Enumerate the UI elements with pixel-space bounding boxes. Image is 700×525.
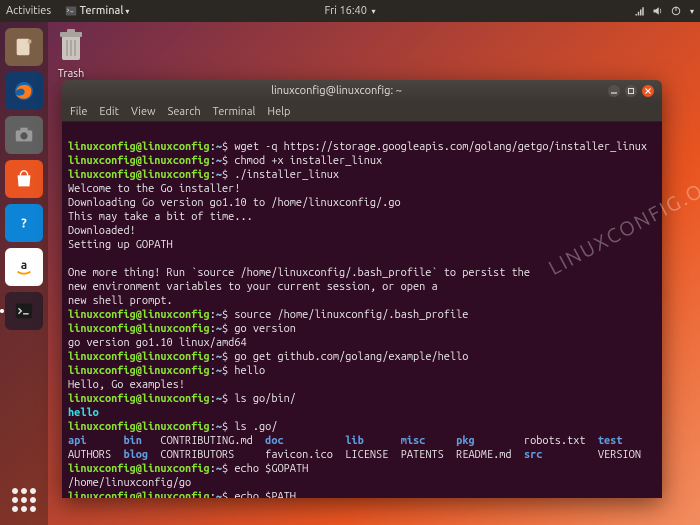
window-titlebar[interactable]: linuxconfig@linuxconfig: ~ (62, 80, 662, 102)
terminal-app-icon (65, 5, 77, 17)
power-icon (670, 5, 682, 17)
window-title: linuxconfig@linuxconfig: ~ (70, 85, 603, 97)
terminal-body[interactable]: linuxconfig@linuxconfig:~$ wget -q https… (62, 122, 662, 498)
menu-terminal[interactable]: Terminal (213, 106, 256, 118)
svg-text:a: a (21, 259, 27, 272)
menu-edit[interactable]: Edit (99, 106, 119, 118)
trash-label: Trash (54, 68, 88, 80)
menu-view[interactable]: View (131, 106, 156, 118)
help-icon: ? (13, 212, 35, 234)
firefox-icon (12, 79, 36, 103)
system-menu[interactable]: ▾ (634, 5, 694, 17)
dock-files[interactable] (5, 28, 43, 66)
close-icon (644, 87, 652, 95)
window-minimize[interactable] (608, 85, 620, 97)
trash-icon (56, 28, 86, 64)
volume-icon (652, 5, 664, 17)
menu-search[interactable]: Search (168, 106, 201, 118)
dock-firefox[interactable] (5, 72, 43, 110)
terminal-window: linuxconfig@linuxconfig: ~ File Edit Vie… (62, 80, 662, 498)
launcher-dock: ? a (0, 22, 48, 525)
maximize-icon (627, 87, 635, 95)
camera-icon (13, 124, 35, 146)
dock-terminal[interactable] (5, 292, 43, 330)
menu-file[interactable]: File (70, 106, 87, 118)
files-icon (13, 36, 35, 58)
dock-software[interactable] (5, 160, 43, 198)
window-maximize[interactable] (625, 85, 637, 97)
window-menubar: File Edit View Search Terminal Help (62, 102, 662, 122)
activities-button[interactable]: Activities (6, 5, 51, 17)
svg-text:?: ? (21, 217, 27, 231)
amazon-icon: a (13, 256, 35, 278)
terminal-icon (13, 300, 35, 322)
dock-help[interactable]: ? (5, 204, 43, 242)
dock-amazon[interactable]: a (5, 248, 43, 286)
menu-help[interactable]: Help (267, 106, 290, 118)
app-menu[interactable]: Terminal▾ (65, 5, 129, 17)
shopping-bag-icon (13, 168, 35, 190)
minimize-icon (610, 87, 618, 95)
network-icon (634, 5, 646, 17)
desktop-trash[interactable]: Trash (54, 26, 88, 80)
window-close[interactable] (642, 85, 654, 97)
top-bar: Activities Terminal▾ Fri 16:40 ▾ ▾ (0, 0, 700, 22)
show-applications[interactable] (7, 483, 41, 517)
dock-screenshot[interactable] (5, 116, 43, 154)
